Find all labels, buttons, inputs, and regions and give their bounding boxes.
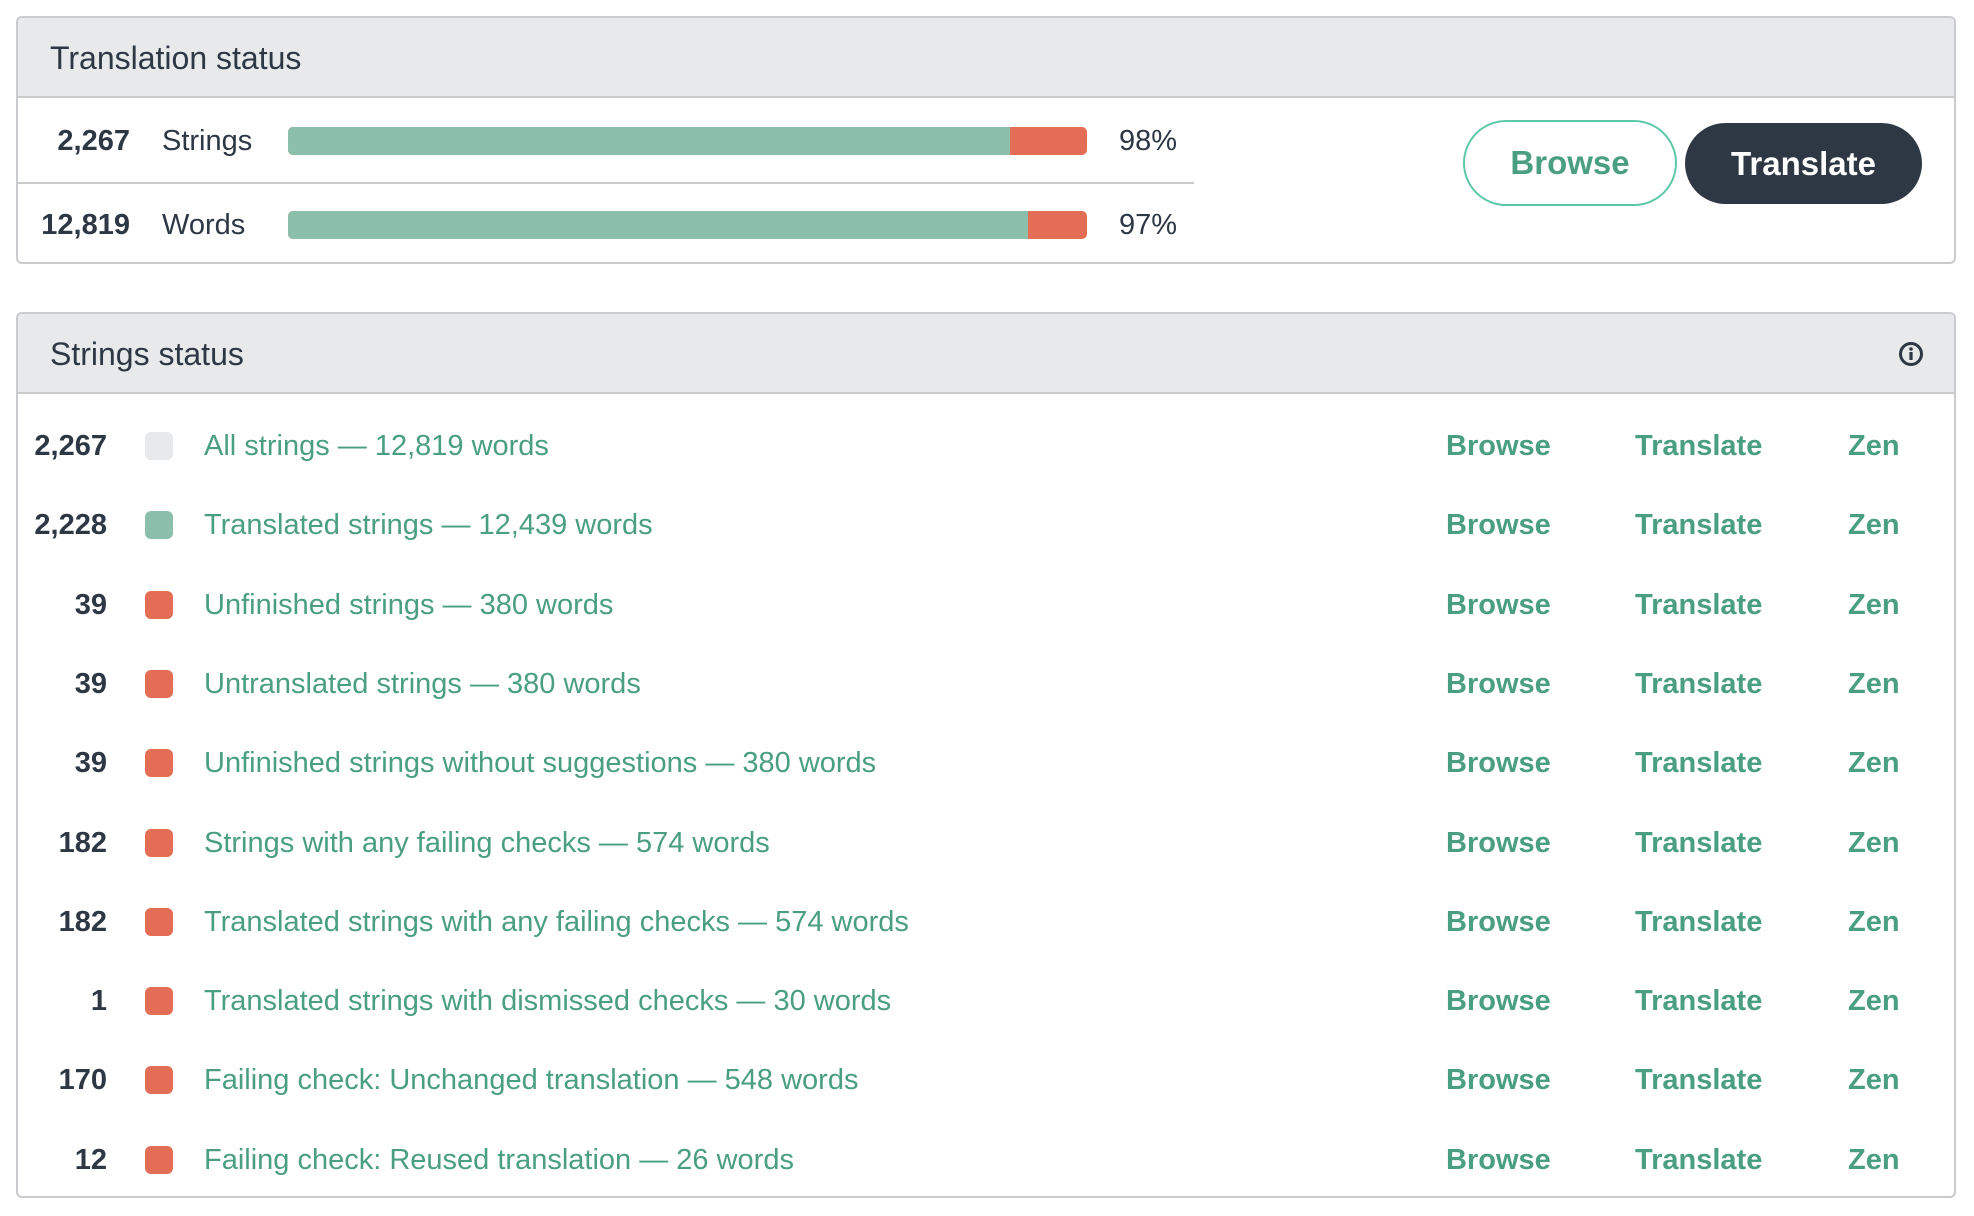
row-count: 2,228 (34, 509, 107, 542)
strings-count: 2,267 (57, 125, 130, 157)
strings-progress-row: 2,267 Strings 98% (18, 100, 1194, 184)
row-zen-link[interactable]: Zen (1848, 406, 1900, 486)
row-label-link[interactable]: Translated strings with any failing chec… (204, 882, 909, 962)
row-label-link[interactable]: Failing check: Reused translation — 26 w… (204, 1120, 794, 1196)
status-color-swatch (145, 590, 173, 619)
row-zen-link[interactable]: Zen (1848, 961, 1900, 1041)
row-count: 39 (74, 588, 107, 621)
strings-status-row: 182 Strings with any failing checks — 57… (18, 803, 1954, 883)
strings-progress-fill (288, 127, 1011, 155)
row-label-link[interactable]: Failing check: Unchanged translation — 5… (204, 1040, 858, 1120)
row-label-link[interactable]: Unfinished strings — 380 words (204, 565, 613, 645)
words-label: Words (162, 209, 246, 241)
strings-status-row: 2,267 All strings — 12,819 words Browse … (18, 406, 1954, 486)
words-percent: 97% (1119, 209, 1178, 241)
row-count: 2,267 (34, 430, 107, 462)
words-progress-bar (288, 211, 1087, 239)
strings-percent: 98% (1119, 125, 1178, 157)
status-color-swatch (145, 907, 173, 936)
row-count: 39 (74, 667, 107, 700)
row-label-link[interactable]: Translated strings with dismissed checks… (204, 961, 891, 1041)
row-label-link[interactable]: All strings — 12,819 words (204, 406, 549, 486)
row-translate-link[interactable]: Translate (1635, 565, 1762, 645)
status-color-swatch (145, 749, 173, 778)
row-translate-link[interactable]: Translate (1635, 406, 1762, 486)
strings-progress-bar (288, 127, 1087, 155)
row-browse-link[interactable]: Browse (1446, 485, 1551, 565)
translation-status-title: Translation status (50, 40, 302, 76)
row-count: 170 (58, 1064, 107, 1097)
info-circle-icon[interactable] (1898, 341, 1924, 367)
row-zen-link[interactable]: Zen (1848, 882, 1900, 962)
status-color-swatch (145, 1066, 173, 1095)
strings-status-card: Strings status 2,267 All strings — 12,81… (16, 312, 1956, 1198)
row-count: 182 (58, 826, 107, 859)
row-browse-link[interactable]: Browse (1446, 723, 1551, 803)
row-zen-link[interactable]: Zen (1848, 644, 1900, 724)
row-translate-link[interactable]: Translate (1635, 1040, 1762, 1120)
status-color-swatch (145, 669, 173, 698)
row-zen-link[interactable]: Zen (1848, 803, 1900, 883)
row-browse-link[interactable]: Browse (1446, 1120, 1551, 1196)
strings-status-row: 12 Failing check: Reused translation — 2… (18, 1120, 1954, 1196)
row-browse-link[interactable]: Browse (1446, 803, 1551, 883)
translate-button[interactable]: Translate (1685, 123, 1922, 204)
row-count: 12 (74, 1143, 107, 1176)
strings-status-row: 182 Translated strings with any failing … (18, 882, 1954, 962)
row-count: 182 (58, 905, 107, 938)
row-label-link[interactable]: Unfinished strings without suggestions —… (204, 723, 876, 803)
row-translate-link[interactable]: Translate (1635, 723, 1762, 803)
row-translate-link[interactable]: Translate (1635, 882, 1762, 962)
strings-label: Strings (162, 125, 253, 157)
row-label-link[interactable]: Untranslated strings — 380 words (204, 644, 641, 724)
status-color-swatch (145, 987, 173, 1016)
row-count: 1 (90, 985, 107, 1018)
row-browse-link[interactable]: Browse (1446, 961, 1551, 1041)
row-zen-link[interactable]: Zen (1848, 723, 1900, 803)
browse-button[interactable]: Browse (1463, 120, 1677, 206)
strings-status-row: 2,228 Translated strings — 12,439 words … (18, 485, 1954, 565)
words-progress-fill (288, 211, 1028, 239)
row-translate-link[interactable]: Translate (1635, 485, 1762, 565)
row-label-link[interactable]: Translated strings — 12,439 words (204, 485, 653, 565)
translation-status-header: Translation status (18, 18, 1954, 98)
words-progress-row: 12,819 Words 97% (18, 184, 1194, 262)
row-zen-link[interactable]: Zen (1848, 1120, 1900, 1196)
row-browse-link[interactable]: Browse (1446, 565, 1551, 645)
row-translate-link[interactable]: Translate (1635, 644, 1762, 724)
row-zen-link[interactable]: Zen (1848, 565, 1900, 645)
row-count: 39 (74, 747, 107, 780)
strings-status-row: 39 Untranslated strings — 380 words Brow… (18, 644, 1954, 724)
row-translate-link[interactable]: Translate (1635, 803, 1762, 883)
row-browse-link[interactable]: Browse (1446, 406, 1551, 486)
status-color-swatch (145, 511, 173, 540)
row-translate-link[interactable]: Translate (1635, 961, 1762, 1041)
strings-status-title: Strings status (50, 336, 244, 372)
row-browse-link[interactable]: Browse (1446, 1040, 1551, 1120)
strings-status-row: 170 Failing check: Unchanged translation… (18, 1040, 1954, 1120)
row-browse-link[interactable]: Browse (1446, 644, 1551, 724)
row-label-link[interactable]: Strings with any failing checks — 574 wo… (204, 803, 770, 883)
row-translate-link[interactable]: Translate (1635, 1120, 1762, 1196)
words-count: 12,819 (41, 209, 130, 241)
row-browse-link[interactable]: Browse (1446, 882, 1551, 962)
status-color-swatch (145, 432, 173, 460)
strings-status-row: 39 Unfinished strings — 380 words Browse… (18, 565, 1954, 645)
strings-status-header: Strings status (18, 314, 1954, 394)
status-color-swatch (145, 828, 173, 857)
strings-status-row: 1 Translated strings with dismissed chec… (18, 961, 1954, 1041)
row-zen-link[interactable]: Zen (1848, 1040, 1900, 1120)
status-color-swatch (145, 1145, 173, 1174)
row-zen-link[interactable]: Zen (1848, 485, 1900, 565)
strings-status-row: 39 Unfinished strings without suggestion… (18, 723, 1954, 803)
